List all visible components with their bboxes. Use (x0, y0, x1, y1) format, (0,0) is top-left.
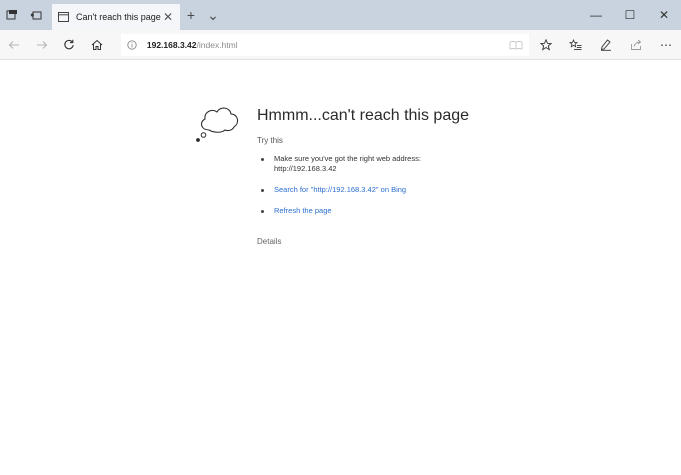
tab-preview-chevron-icon[interactable]: ⌄ (202, 0, 224, 30)
show-aside-tabs-button[interactable] (24, 0, 48, 30)
suggestion-list: Make sure you've got the right web addre… (257, 154, 457, 227)
details-toggle[interactable]: Details (257, 237, 281, 246)
share-button[interactable] (621, 30, 651, 60)
add-notes-button[interactable] (591, 30, 621, 60)
tab-close-icon[interactable]: ✕ (162, 10, 174, 24)
refresh-icon (64, 39, 75, 49)
favorites-list-icon (569, 38, 582, 50)
back-arrow-icon (8, 40, 19, 49)
error-title: Hmmm...can't reach this page (257, 107, 470, 124)
toolbar-right: ⋯ (531, 30, 681, 60)
share-icon (631, 39, 642, 50)
new-tab-button[interactable]: + (180, 0, 202, 30)
minimize-button[interactable]: — (579, 0, 613, 30)
pen-icon (600, 38, 611, 51)
close-window-button[interactable]: ✕ (647, 0, 681, 30)
title-bar-drag-area[interactable] (224, 0, 579, 30)
star-icon (539, 38, 552, 51)
maximize-button[interactable]: ☐ (613, 0, 647, 30)
back-button[interactable] (0, 30, 28, 60)
home-icon (91, 39, 103, 50)
set-aside-tabs-button[interactable] (0, 0, 24, 30)
page-content: Hmmm...can't reach this page Try this Ma… (0, 60, 681, 475)
tab-active[interactable]: Can't reach this page ✕ (52, 4, 180, 30)
tab-title: Can't reach this page (76, 12, 161, 22)
suggestion-check-address: Make sure you've got the right web addre… (257, 154, 457, 174)
favorites-hub-button[interactable] (561, 30, 591, 60)
site-info-icon[interactable] (127, 39, 139, 51)
url-host: 192.168.3.42 (146, 39, 197, 50)
navigation-bar: 192.168.3.42 /index.html ⋯ (0, 30, 681, 60)
url-path: /index.html (196, 39, 238, 50)
page-icon (58, 11, 70, 23)
forward-button[interactable] (28, 30, 56, 60)
reading-view-icon[interactable] (509, 39, 523, 51)
refresh-button[interactable] (55, 30, 83, 60)
favorite-button[interactable] (531, 30, 561, 60)
title-bar: Can't reach this page ✕ + ⌄ — ☐ ✕ (0, 0, 681, 30)
tabs-aside-icon (6, 10, 17, 20)
address-bar[interactable]: 192.168.3.42 /index.html (120, 33, 529, 56)
home-button[interactable] (83, 30, 111, 60)
browser-window: Can't reach this page ✕ + ⌄ — ☐ ✕ 192.16… (0, 0, 681, 475)
search-on-bing-link[interactable]: Search for "http://192.168.3.42" on Bing (257, 185, 457, 195)
cloud-icon (196, 107, 239, 142)
refresh-page-link[interactable]: Refresh the page (257, 206, 457, 216)
tabs-restore-icon (30, 11, 42, 20)
forward-arrow-icon (36, 40, 47, 49)
try-this-label: Try this (257, 136, 283, 145)
settings-more-button[interactable]: ⋯ (651, 30, 681, 60)
